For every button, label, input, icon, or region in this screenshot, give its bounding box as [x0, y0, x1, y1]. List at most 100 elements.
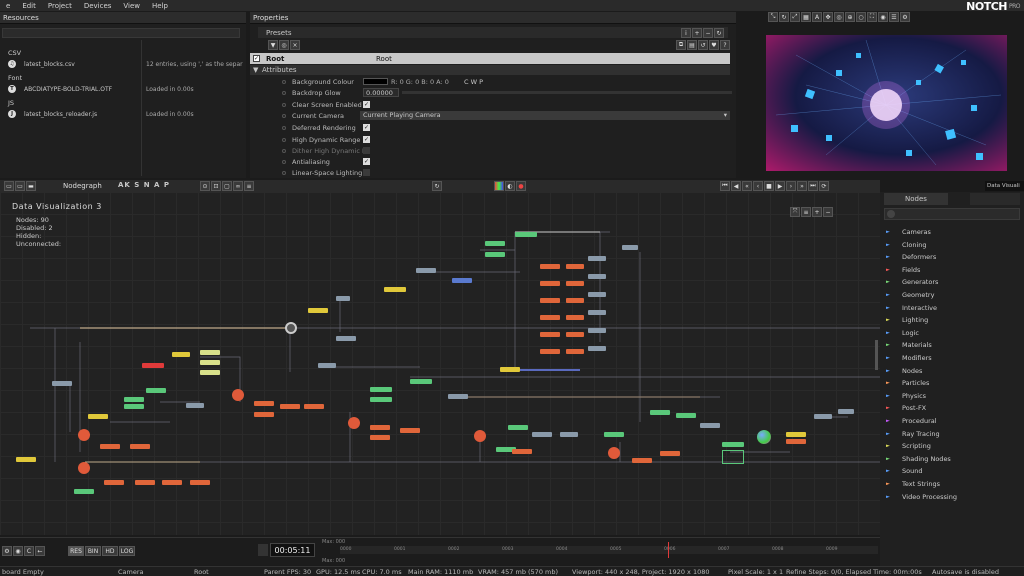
graph-node[interactable]: [566, 332, 584, 337]
graph-node[interactable]: [162, 480, 182, 485]
expand-arrow-icon[interactable]: ►: [886, 317, 890, 323]
resources-search[interactable]: [2, 28, 240, 38]
graph-node[interactable]: [448, 394, 468, 399]
playhead[interactable]: [668, 542, 669, 558]
graph-node[interactable]: [370, 425, 390, 430]
graph-node[interactable]: [588, 274, 606, 279]
graph-node[interactable]: [566, 264, 584, 269]
node-category-cameras[interactable]: Cameras: [902, 228, 931, 236]
emitter-node[interactable]: [348, 417, 360, 429]
circle-icon[interactable]: ○: [856, 12, 866, 22]
keyframe-dot[interactable]: [282, 114, 286, 118]
expand-arrow-icon[interactable]: ►: [886, 481, 890, 487]
bin-button[interactable]: BIN: [85, 546, 101, 556]
graph-node[interactable]: [336, 336, 356, 341]
graph-node[interactable]: [452, 278, 472, 283]
graph-node[interactable]: [410, 379, 432, 384]
timeline-ruler[interactable]: 0000 0001 0002 0003 0004 0005 0006 0007 0008 0009: [340, 542, 878, 558]
menu-file[interactable]: e: [0, 2, 16, 10]
link-icon[interactable]: ∞: [233, 181, 243, 191]
expand-arrow-icon[interactable]: ►: [886, 242, 890, 248]
graph-node[interactable]: [814, 414, 832, 419]
refresh-icon[interactable]: ↻: [714, 28, 724, 38]
node-category-materials[interactable]: Materials: [902, 341, 932, 349]
resource-item-csv[interactable]: latest_blocks.csv: [24, 61, 75, 68]
graph-node[interactable]: [308, 308, 328, 313]
panel-icon[interactable]: ▭: [4, 181, 14, 191]
expand-arrow-icon[interactable]: ►: [886, 443, 890, 449]
root-checkbox[interactable]: ✓: [253, 55, 260, 62]
graph-node[interactable]: [384, 287, 406, 292]
nodegraph-scrollbar[interactable]: [875, 340, 878, 370]
graph-node[interactable]: [254, 401, 274, 406]
graph-node[interactable]: [146, 388, 166, 393]
expand-arrow-icon[interactable]: ►: [886, 342, 890, 348]
graph-node[interactable]: [400, 428, 420, 433]
panel-icon-3[interactable]: ▬: [26, 181, 36, 191]
backdrop-glow-input[interactable]: 0.00000: [363, 88, 399, 97]
graph-node[interactable]: [508, 425, 528, 430]
rotate-icon[interactable]: ↻: [779, 12, 789, 22]
panel-icon-2[interactable]: ▭: [15, 181, 25, 191]
emitter-node[interactable]: [474, 430, 486, 442]
graph-node[interactable]: [786, 432, 806, 437]
settings-icon[interactable]: ⚙: [2, 546, 12, 556]
refresh-button[interactable]: ↻: [432, 181, 442, 191]
rewind-icon[interactable]: «: [742, 181, 752, 191]
copy-icon[interactable]: ⧉: [676, 40, 686, 50]
node-category-cloning[interactable]: Cloning: [902, 241, 927, 249]
graph-node[interactable]: [786, 439, 806, 444]
presets-bar[interactable]: Presets i + − ↻: [258, 27, 728, 38]
loop-icon[interactable]: C: [24, 546, 34, 556]
pin-icon[interactable]: ⊕: [845, 12, 855, 22]
expand-arrow-icon[interactable]: ►: [886, 393, 890, 399]
graph-node[interactable]: [700, 423, 720, 428]
node-category-geometry[interactable]: Geometry: [902, 291, 934, 299]
res-button[interactable]: RES: [68, 546, 84, 556]
log-button[interactable]: LOG: [119, 546, 135, 556]
node-category-nodes[interactable]: Nodes: [902, 367, 922, 375]
loop-icon[interactable]: ⟳: [819, 181, 829, 191]
menu-view[interactable]: View: [117, 2, 146, 10]
keyframe-dot[interactable]: [282, 171, 286, 175]
graph-node[interactable]: [254, 412, 274, 417]
play-icon[interactable]: ▶: [775, 181, 785, 191]
refresh-icon[interactable]: ↻: [432, 181, 442, 191]
graph-node[interactable]: [540, 264, 560, 269]
keyframe-dot[interactable]: [282, 91, 286, 95]
node-category-interactive[interactable]: Interactive: [902, 304, 937, 312]
graph-node[interactable]: [370, 387, 392, 392]
graph-node[interactable]: [588, 256, 606, 261]
keyframe-dot[interactable]: [282, 138, 286, 142]
node-category-scripting[interactable]: Scripting: [902, 442, 931, 450]
graph-frame-node[interactable]: [722, 450, 744, 464]
target-icon[interactable]: ◎: [834, 12, 844, 22]
layers-icon[interactable]: ☰: [889, 12, 899, 22]
graph-node[interactable]: [660, 451, 680, 456]
node-category-particles[interactable]: Particles: [902, 379, 929, 387]
menu-project[interactable]: Project: [42, 2, 78, 10]
expand-arrow-icon[interactable]: ►: [886, 355, 890, 361]
emitter-node[interactable]: [232, 389, 244, 401]
graph-node[interactable]: [566, 315, 584, 320]
node-category-lighting[interactable]: Lighting: [902, 316, 928, 324]
node-category-shading-nodes[interactable]: Shading Nodes: [902, 455, 951, 463]
keyframe-dot[interactable]: [282, 126, 286, 130]
zoom-icon[interactable]: ⊙: [200, 181, 210, 191]
node-category-sound[interactable]: Sound: [902, 467, 922, 475]
graph-node[interactable]: [74, 489, 94, 494]
scale-icon[interactable]: ⤢: [790, 12, 800, 22]
palette-icon[interactable]: ◐: [505, 181, 515, 191]
graph-node[interactable]: [540, 315, 560, 320]
emitter-node[interactable]: [78, 429, 90, 441]
expand-arrow-icon[interactable]: ►: [886, 405, 890, 411]
graph-node[interactable]: [500, 367, 520, 372]
material-preview-node[interactable]: [757, 430, 771, 444]
move-icon[interactable]: ✥: [823, 12, 833, 22]
step-forward-icon[interactable]: ›: [786, 181, 796, 191]
stop-icon[interactable]: ■: [764, 181, 774, 191]
deferred-rendering-checkbox[interactable]: ✓: [363, 124, 370, 131]
graph-node[interactable]: [200, 370, 220, 375]
graph-node[interactable]: [588, 346, 606, 351]
graph-node[interactable]: [622, 245, 638, 250]
